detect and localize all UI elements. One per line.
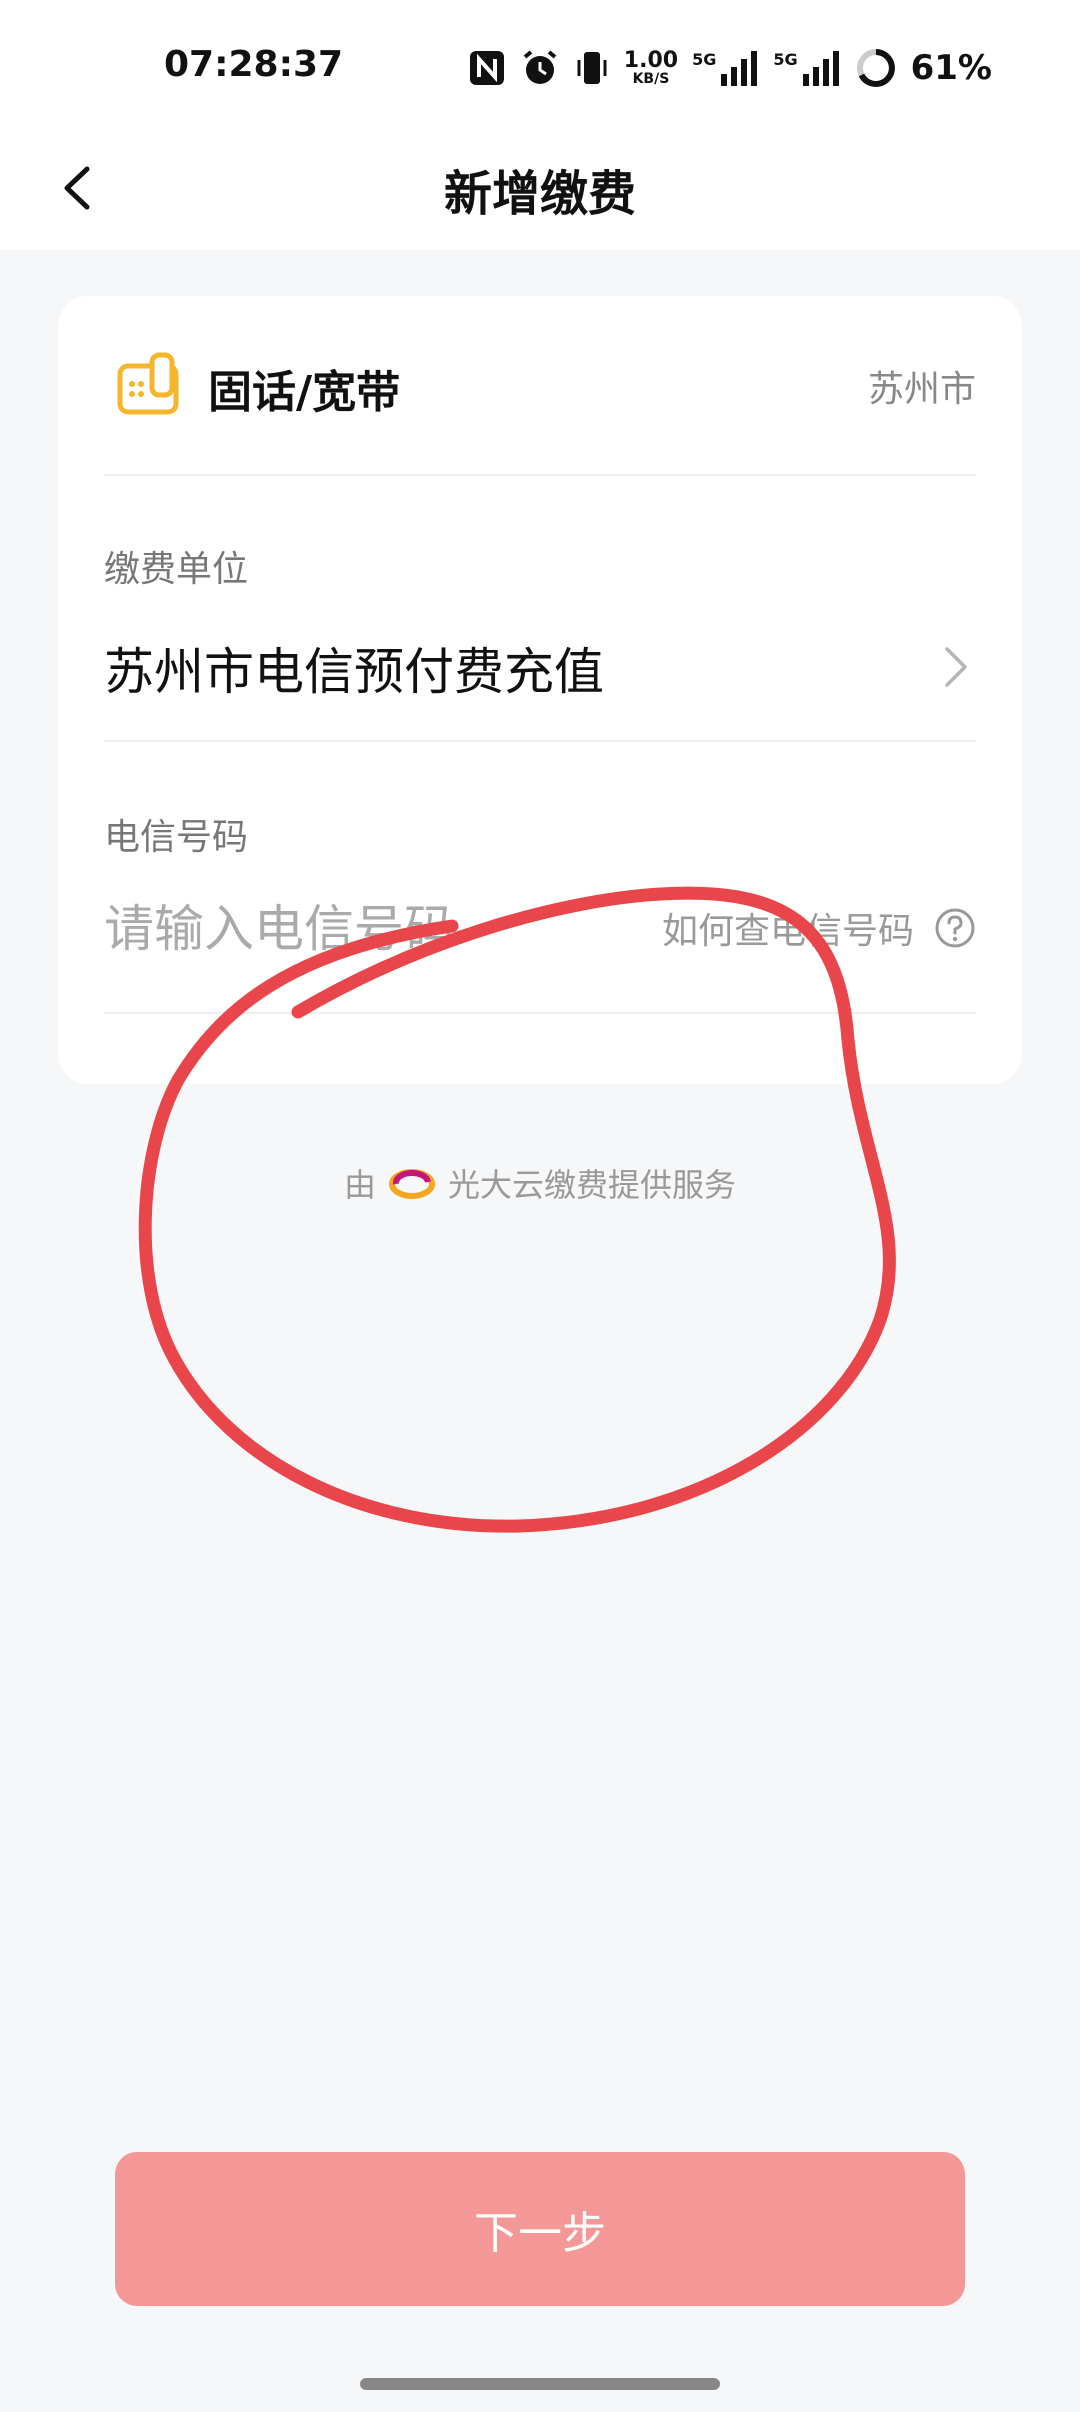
chevron-right-icon [945,647,967,687]
signal-2-label: 5G [773,50,798,69]
signal-icon [721,51,758,86]
signal-1-label: 5G [692,50,717,69]
status-icons: 1.00 KB/S 5G 5G 61% [468,44,992,92]
phone-number-input[interactable] [104,894,624,964]
next-step-button[interactable]: 下一步 [115,2152,965,2306]
top-bar: 07:28:37 1.00 KB/S 5G 5G 61% 新增缴费 [0,0,1080,250]
landline-phone-icon [117,352,179,415]
net-speed-unit: KB/S [632,71,670,87]
page-title: 新增缴费 [443,166,636,222]
provider-text: 光大云缴费提供服务 [448,1166,737,1204]
unit-label: 缴费单位 [104,549,249,590]
divider [104,1012,976,1014]
provider-info: 由 光大云缴费提供服务 [0,1160,1080,1206]
unit-select[interactable]: 苏州市电信预付费充值 [58,596,1022,736]
signal-1: 5G [692,50,759,86]
how-to-find-number-link[interactable]: 如何查电信号码 [662,902,976,954]
battery-icon [856,49,895,87]
cloud-logo-icon [389,1169,435,1199]
status-time: 07:28:37 [164,44,344,85]
divider [104,474,976,476]
net-speed: 1.00 KB/S [623,48,679,87]
vibrate-icon [577,52,607,84]
signal-icon [802,51,839,86]
signal-2: 5G [773,50,840,86]
payment-form-card: 固话/宽带 苏州市 缴费单位 苏州市电信预付费充值 电信号码 如何查电信号码 [58,296,1022,1084]
service-city[interactable]: 苏州市 [868,360,976,412]
provider-prefix: 由 [343,1166,376,1204]
alarm-icon [523,50,557,84]
service-name: 固话/宽带 [208,367,401,418]
nfc-icon [469,51,504,85]
unit-value: 苏州市电信预付费充值 [104,643,604,701]
net-speed-value: 1.00 [623,48,679,73]
phone-label: 电信号码 [104,817,249,858]
battery-percent: 61% [910,48,992,88]
home-indicator[interactable] [360,2378,720,2390]
service-row: 固话/宽带 苏州市 [58,296,1022,474]
divider [104,740,976,742]
question-circle-icon [935,908,975,948]
help-text: 如何查电信号码 [661,911,914,952]
